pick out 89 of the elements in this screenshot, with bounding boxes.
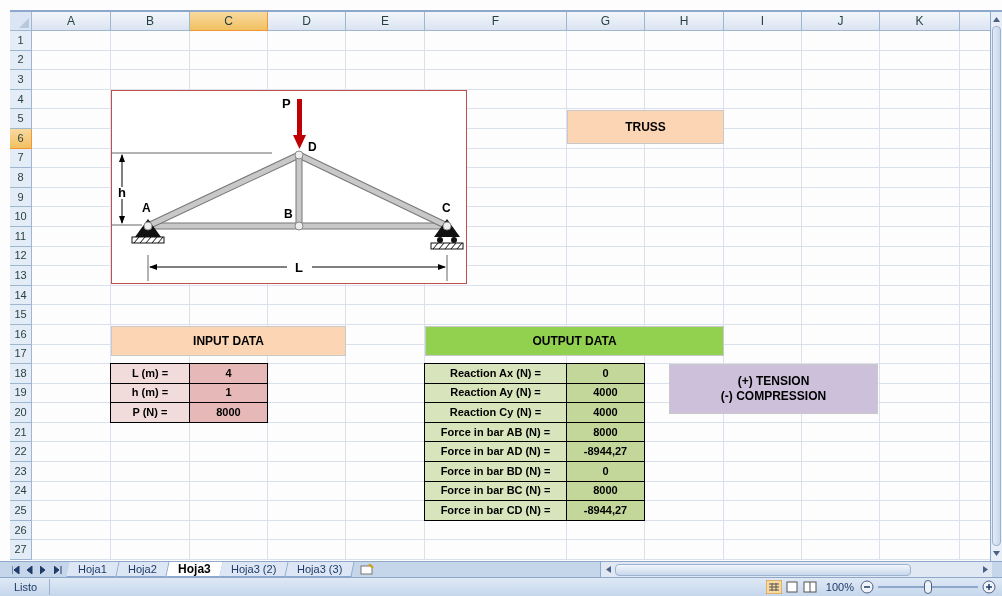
row-header[interactable]: 26: [10, 520, 32, 541]
node-label: D: [308, 139, 317, 154]
legend-text: (-) COMPRESSION: [720, 390, 827, 403]
column-header[interactable]: K: [880, 12, 960, 31]
dimension-label: h: [118, 184, 126, 200]
legend-text: (+) TENSION: [737, 375, 810, 388]
row-header[interactable]: 12: [10, 246, 32, 267]
output-value: 4000: [566, 402, 645, 423]
dimension-arrow: [119, 153, 125, 224]
extension-line: [112, 224, 143, 226]
column-header[interactable]: B: [111, 12, 190, 31]
row-header[interactable]: 22: [10, 442, 32, 463]
grid-view-icon[interactable]: [765, 580, 782, 594]
input-value[interactable]: 4: [189, 363, 268, 384]
row-header[interactable]: 18: [10, 364, 32, 384]
row-header[interactable]: 1: [10, 31, 32, 51]
row-header[interactable]: 21: [10, 422, 32, 443]
node-label: B: [284, 206, 293, 221]
zoom-level[interactable]: 100%: [825, 578, 854, 596]
input-label: P (N) =: [110, 402, 190, 423]
row-header[interactable]: 16: [10, 324, 32, 345]
row-header[interactable]: 9: [10, 187, 32, 208]
column-header[interactable]: F: [425, 12, 567, 31]
up-arrow-icon: [993, 16, 1000, 22]
output-value: 0: [566, 363, 645, 384]
dimension-label: L: [295, 259, 303, 275]
zoom-in-icon[interactable]: [982, 580, 996, 594]
output-label: Reaction Ax (N) =: [424, 363, 567, 384]
book-view-icon[interactable]: [801, 580, 818, 594]
row-header[interactable]: 17: [10, 344, 32, 365]
input-value[interactable]: 8000: [189, 402, 268, 423]
sheet-nav-icon[interactable]: [54, 565, 62, 574]
row-header[interactable]: 5: [10, 109, 32, 129]
sheet-tab[interactable]: Hoja3 (3): [285, 562, 356, 577]
title-banner: TRUSS: [567, 110, 724, 144]
output-value: -8944,27: [566, 441, 645, 463]
node-label: A: [142, 200, 151, 215]
output-value: 0: [566, 461, 645, 482]
column-header[interactable]: G: [567, 12, 645, 31]
zoom-out-icon[interactable]: [860, 580, 874, 594]
row-header[interactable]: 24: [10, 481, 32, 502]
row-header[interactable]: 2: [10, 50, 32, 71]
column-header[interactable]: H: [645, 12, 724, 31]
load-arrow: [293, 98, 306, 149]
section-header: OUTPUT DATA: [425, 325, 724, 357]
row-header[interactable]: 13: [10, 266, 32, 286]
sheet-tab[interactable]: Hoja2: [116, 562, 170, 577]
status-text: Listo: [6, 578, 51, 596]
row-header[interactable]: 19: [10, 383, 32, 404]
column-header[interactable]: C: [190, 12, 268, 31]
page-view-icon[interactable]: [783, 580, 800, 594]
row-header[interactable]: 25: [10, 501, 32, 521]
column-header[interactable]: I: [724, 12, 802, 31]
row-header[interactable]: 8: [10, 168, 32, 188]
extension-line: [446, 254, 448, 282]
horizontal-scroll-thumb[interactable]: [615, 563, 911, 576]
sheet-nav-icon[interactable]: [12, 565, 20, 574]
output-label: Force in bar CD (N) =: [424, 500, 567, 521]
output-label: Reaction Cy (N) =: [424, 402, 567, 423]
column-header[interactable]: E: [346, 12, 425, 31]
right-arrow-icon: [982, 566, 988, 573]
column-header[interactable]: A: [32, 12, 111, 31]
section-header: INPUT DATA: [111, 325, 346, 357]
output-label: Force in bar BD (N) =: [424, 461, 567, 482]
zoom-slider-thumb[interactable]: [924, 580, 932, 594]
sheet-tab[interactable]: Hoja1: [66, 562, 120, 577]
row-header[interactable]: 6: [10, 128, 32, 149]
row-header[interactable]: 11: [10, 226, 32, 247]
left-arrow-icon: [605, 566, 611, 573]
node-label: C: [442, 200, 451, 215]
row-header[interactable]: 20: [10, 403, 32, 423]
row-header[interactable]: 27: [10, 540, 32, 561]
load-label: P: [282, 95, 291, 111]
sheet-tab[interactable]: Hoja3 (2): [219, 562, 290, 577]
row-header[interactable]: 4: [10, 89, 32, 110]
extension-line: [147, 254, 149, 282]
column-header[interactable]: J: [802, 12, 880, 31]
column-header[interactable]: D: [268, 12, 346, 31]
row-header[interactable]: 10: [10, 207, 32, 227]
scroll-thumb[interactable]: [992, 26, 1001, 546]
row-header[interactable]: 7: [10, 148, 32, 169]
input-label: L (m) =: [110, 363, 190, 384]
output-value: -8944,27: [566, 500, 645, 521]
row-header[interactable]: 3: [10, 70, 32, 90]
down-arrow-icon: [993, 550, 1000, 556]
row-header[interactable]: 15: [10, 305, 32, 325]
row-header[interactable]: 23: [10, 462, 32, 482]
sheet-tab[interactable]: Hoja3: [165, 562, 223, 577]
row-header[interactable]: 14: [10, 285, 32, 306]
